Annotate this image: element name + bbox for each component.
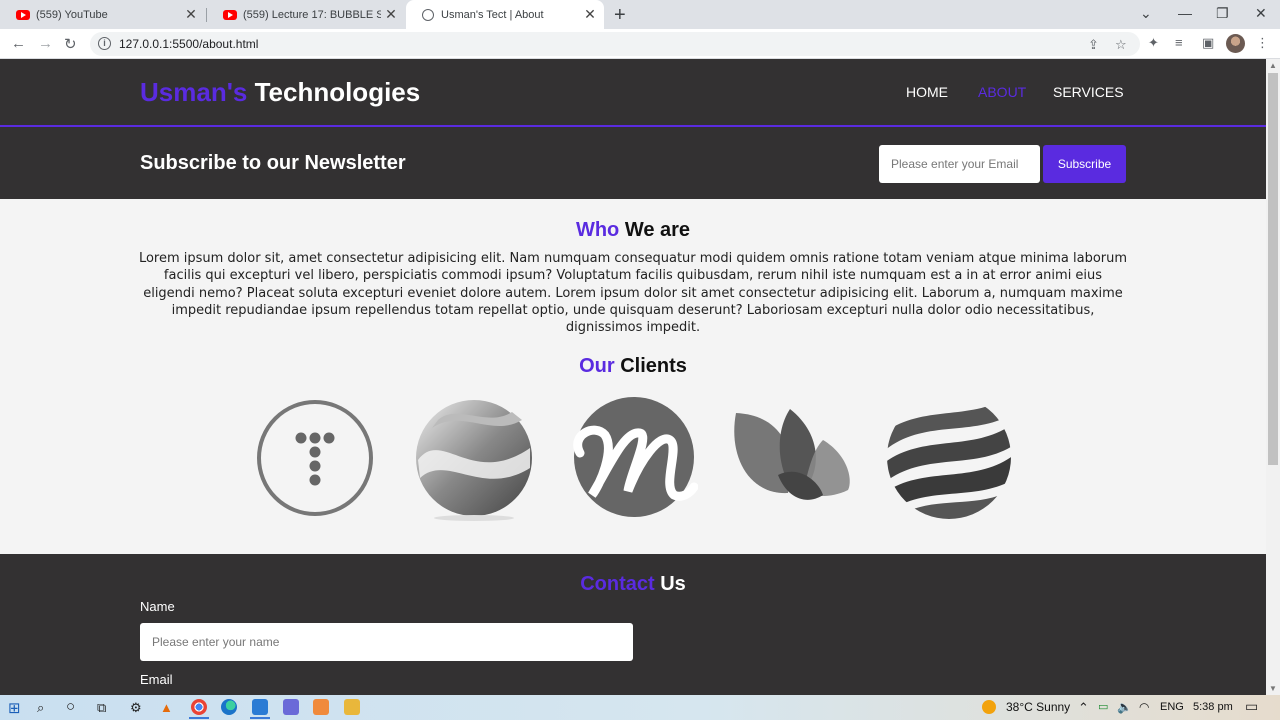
clients-section: Our Clients <box>0 355 1266 521</box>
title-highlight: Who <box>575 219 620 241</box>
notification-icon[interactable]: ▭ <box>1245 698 1258 715</box>
newsletter-heading: Subscribe to our Newsletter <box>140 152 406 174</box>
language-indicator[interactable]: ENG <box>1160 701 1184 713</box>
chevron-up-icon[interactable]: ⌃ <box>1078 700 1089 716</box>
edge-icon[interactable] <box>221 699 237 715</box>
globe-icon <box>422 8 434 21</box>
reload-icon[interactable]: ↻ <box>64 35 77 53</box>
leaves-logo <box>734 409 850 500</box>
tab-title: (559) Lecture 17: BUBBLE SORT in <box>243 8 381 21</box>
name-label: Name <box>140 599 175 614</box>
page-scrollbar[interactable]: ▲ ▼ <box>1266 59 1280 695</box>
who-we-are-body: Lorem ipsum dolor sit, amet consectetur … <box>138 251 1128 336</box>
tab-title: (559) YouTube <box>36 8 108 21</box>
title-rest: We are <box>619 219 691 241</box>
app-icon[interactable] <box>283 699 299 715</box>
title-rest: Clients <box>614 355 687 377</box>
scroll-up-icon[interactable]: ▲ <box>1269 61 1277 70</box>
contact-section: Contact Us Name Email <box>0 554 1266 695</box>
scrollbar-thumb[interactable] <box>1268 73 1278 465</box>
clients-title: Our Clients <box>0 355 1266 378</box>
reading-list-icon[interactable]: ≡ <box>1175 35 1183 50</box>
who-we-are-section: Who We are Lorem ipsum dolor sit, amet c… <box>0 199 1266 336</box>
clock-time[interactable]: 5:38 pm <box>1193 701 1233 713</box>
newsletter-section: Subscribe to our Newsletter Subscribe <box>0 127 1266 199</box>
minimize-button[interactable]: — <box>1178 5 1192 21</box>
windows-taskbar: ⊞ ⌕ ○ ⧉ ⚙ ▲ 38°C Sunny ⌃ ▭ 🔈 ◠ ENG 5:38 … <box>0 695 1280 720</box>
newsletter-email-input[interactable] <box>879 145 1040 183</box>
title-highlight: Our <box>579 355 615 377</box>
tab-about[interactable]: Usman's Tect | About ✕ <box>406 0 604 29</box>
contact-title: Contact Us <box>0 573 1266 596</box>
tab-youtube[interactable]: (559) YouTube ✕ <box>0 0 205 29</box>
nav-about[interactable]: ABOUT <box>978 84 1026 100</box>
browser-tab-bar: (559) YouTube ✕ (559) Lecture 17: BUBBLE… <box>0 0 1280 29</box>
bookmark-star-icon[interactable]: ☆ <box>1115 37 1127 53</box>
letter-m-logo <box>573 397 698 517</box>
app-icon[interactable] <box>313 699 329 715</box>
logo-highlight: Usman's <box>140 77 248 107</box>
ribbon-sphere-logo <box>887 395 1011 519</box>
weather-sun-icon <box>982 700 996 714</box>
maximize-button[interactable]: ❐ <box>1216 5 1229 22</box>
nav-services[interactable]: SERVICES <box>1053 84 1124 100</box>
address-bar[interactable]: i 127.0.0.1:5500/about.html ⇪ ☆ <box>90 32 1140 56</box>
profile-avatar[interactable] <box>1226 34 1245 53</box>
scroll-down-icon[interactable]: ▼ <box>1269 684 1277 693</box>
name-input[interactable] <box>140 623 633 661</box>
share-icon[interactable]: ⇪ <box>1088 37 1099 53</box>
forward-icon[interactable]: → <box>38 35 53 52</box>
tab-search-icon[interactable]: ⌄ <box>1140 5 1152 22</box>
vlc-icon[interactable]: ▲ <box>160 700 173 715</box>
tab-title: Usman's Tect | About <box>441 8 544 21</box>
site-logo[interactable]: Usman's Technologies <box>140 77 420 108</box>
browser-toolbar: ← → ↻ i 127.0.0.1:5500/about.html ⇪ ☆ ✦ … <box>0 29 1280 59</box>
logo-text: Technologies <box>247 77 421 107</box>
volume-icon[interactable]: 🔈 <box>1117 700 1132 714</box>
tab-lecture[interactable]: (559) Lecture 17: BUBBLE SORT in ✕ <box>207 0 405 29</box>
wave-sphere-logo <box>416 400 532 521</box>
page-viewport: Usman's Technologies HOME ABOUT SERVICES… <box>0 59 1266 695</box>
close-window-button[interactable]: ✕ <box>1255 5 1267 22</box>
settings-gear-icon[interactable]: ⚙ <box>130 700 142 716</box>
windows-start-icon[interactable]: ⊞ <box>8 699 21 717</box>
site-header: Usman's Technologies HOME ABOUT SERVICES <box>0 59 1266 127</box>
vscode-icon[interactable] <box>252 699 268 715</box>
close-tab-icon[interactable]: ✕ <box>381 6 401 23</box>
dots-t-logo <box>257 400 373 516</box>
nav-home[interactable]: HOME <box>906 84 948 100</box>
chrome-icon[interactable] <box>191 699 207 715</box>
active-app-indicator <box>250 717 270 719</box>
side-panel-icon[interactable]: ▣ <box>1202 35 1214 51</box>
back-icon[interactable]: ← <box>11 35 26 52</box>
youtube-icon <box>223 9 237 20</box>
site-info-icon[interactable]: i <box>98 37 111 50</box>
menu-kebab-icon[interactable]: ⋮ <box>1256 35 1269 51</box>
file-explorer-icon[interactable] <box>344 699 360 715</box>
title-highlight: Contact <box>580 573 655 595</box>
extensions-icon[interactable]: ✦ <box>1148 35 1159 51</box>
email-label: Email <box>140 672 173 687</box>
close-tab-icon[interactable]: ✕ <box>181 6 201 23</box>
url-text: 127.0.0.1:5500/about.html <box>119 37 259 51</box>
close-tab-icon[interactable]: ✕ <box>580 6 600 23</box>
battery-icon[interactable]: ▭ <box>1098 700 1108 713</box>
title-rest: Us <box>654 573 686 595</box>
who-we-are-title: Who We are <box>0 219 1266 242</box>
task-view-icon[interactable]: ⧉ <box>97 700 106 716</box>
search-icon[interactable]: ⌕ <box>37 700 44 716</box>
subscribe-button[interactable]: Subscribe <box>1043 145 1126 183</box>
active-app-indicator <box>189 717 209 719</box>
new-tab-button[interactable]: + <box>614 4 626 27</box>
cortana-icon[interactable]: ○ <box>66 698 75 715</box>
wifi-icon[interactable]: ◠ <box>1139 700 1149 714</box>
youtube-icon <box>16 9 30 20</box>
weather-text[interactable]: 38°C Sunny <box>1006 700 1070 714</box>
